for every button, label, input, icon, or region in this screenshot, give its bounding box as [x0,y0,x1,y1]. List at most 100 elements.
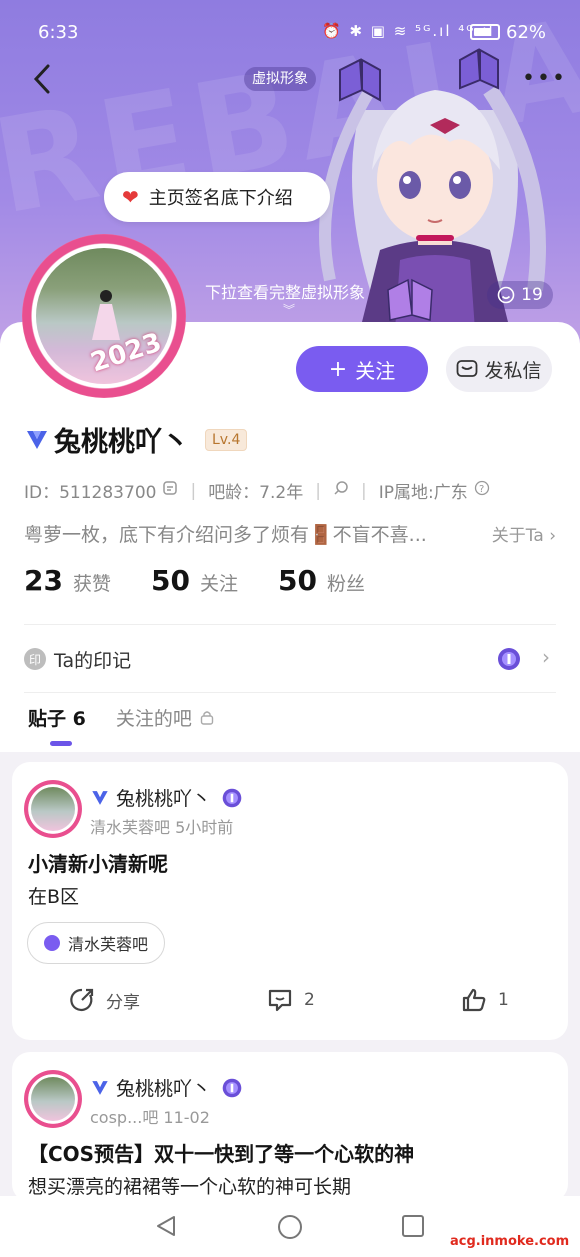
post-avatar[interactable] [24,780,82,838]
signature-text: 主页签名底下介绍 [148,188,293,209]
status-bar: 6:33 ⏰ ✱ ▣ ≋ ⁵ᴳ.ıl ⁴ᴳ.ıl 62% [0,0,580,60]
divider [24,692,556,693]
share-icon [70,988,94,1012]
comment-icon [268,989,292,1012]
marks-label: Ta的印记 [54,649,132,672]
profile-avatar[interactable]: 2023 [22,234,186,398]
stat-number: 50 [150,564,190,597]
verified-v-icon [92,1080,108,1095]
message-icon [457,360,478,377]
verified-v-icon [27,430,47,449]
forum-chip[interactable]: 清水芙蓉吧 [27,922,166,964]
search-icon[interactable] [333,480,349,501]
status-time: 6:33 [38,22,79,43]
about-link-label: 关于Ta [491,526,544,546]
site-watermark: acg.inmoke.com [450,1234,570,1249]
copy-icon[interactable] [162,480,178,501]
lock-icon [200,711,214,725]
forum-chip-label: 清水芙蓉吧 [68,935,149,954]
avatar-figure [92,290,120,340]
svg-text:?: ? [479,484,484,495]
tab-followed-bars-label: 关注的吧 [115,708,192,730]
more-options-icon[interactable]: ••• [522,68,565,90]
signature-bubble[interactable]: ❤ 主页签名底下介绍 [104,172,330,222]
stat-label: 获赞 [72,573,111,595]
separator: | [360,480,367,501]
battery-percent: 62% [506,22,547,43]
rank-badge-icon [222,788,242,807]
follow-button-label: 关注 [355,358,396,383]
stats-row: 23 获赞 50 关注 50 粉丝 [24,564,405,597]
user-id: ID：511283700 [24,483,157,503]
bio-row[interactable]: 粤萝一枚，底下有介绍问多了烦有🚪不盲不喜... 关于Ta › [24,520,556,547]
active-tab-indicator [50,741,72,746]
pull-down-hint: 下拉查看完整虚拟形象 [205,283,366,302]
planet-icon [44,935,60,951]
about-link[interactable]: 关于Ta › [492,521,556,546]
message-button[interactable]: 发私信 [446,346,552,392]
bio-text: 粤萝一枚，底下有介绍问多了烦有🚪不盲不喜... [24,524,427,546]
battery-icon [470,24,500,40]
status-icons: ⏰ ✱ ▣ ≋ ⁵ᴳ.ıl ⁴ᴳ.ıl [322,22,495,40]
post-author-row: 兔桃桃吖丶 [90,1074,243,1101]
username-row: 兔桃桃吖丶 Lv.4 [24,420,248,459]
divider [24,624,556,625]
stat-likes[interactable]: 23 获赞 [24,564,111,597]
post-meta: cosp...吧 11-02 [90,1108,210,1127]
verified-v-icon [92,790,108,805]
share-label: 分享 [106,992,140,1013]
nav-back-icon[interactable] [154,1214,178,1238]
stat-number: 50 [277,564,317,597]
plus-icon: + [328,356,348,382]
like-button[interactable]: 1 [460,986,509,1014]
help-icon[interactable]: ? [474,480,490,501]
marks-row[interactable]: 印 Ta的印记 › [24,644,556,674]
post-body: 想买漂亮的裙裙等一个心软的神可长期 [28,1176,352,1198]
post-title: 【COS预告】双十一快到了等一个心软的神 [28,1142,415,1166]
avatar-like-count: 19 [521,285,543,305]
stamp-icon: 印 [24,648,46,670]
chevron-right-icon: › [542,645,550,669]
username: 兔桃桃吖丶 [54,427,189,458]
virtual-avatar-tag[interactable]: 虚拟形象 [244,67,316,91]
post-author[interactable]: 兔桃桃吖丶 [116,784,211,811]
follow-button[interactable]: + 关注 [296,346,428,392]
thumbs-up-icon [462,988,486,1012]
comment-button[interactable]: 2 [266,986,315,1014]
back-icon[interactable] [30,62,56,96]
comment-count: 2 [304,990,315,1010]
bar-age: 吧龄：7.2年 [208,483,304,503]
level-badge[interactable]: Lv.4 [205,428,248,451]
post-meta: 清水芙蓉吧 5小时前 [90,818,234,837]
tab-posts[interactable]: 贴子 6 [28,704,86,731]
nav-home-icon[interactable] [277,1214,303,1240]
post-author-row: 兔桃桃吖丶 [90,784,243,811]
post-actions: 分享 2 1 [12,986,568,1026]
separator: | [190,480,197,501]
double-chevron-down-icon: ︾ [283,303,296,317]
avatar-like-button[interactable]: 19 [487,281,553,309]
post-card[interactable]: 兔桃桃吖丶 清水芙蓉吧 5小时前 小清新小清新呢 在B区 清水芙蓉吧 分享 2 … [12,762,568,1040]
heart-icon: ❤ [122,185,139,209]
post-author[interactable]: 兔桃桃吖丶 [116,1074,211,1101]
profile-tabs: 贴子 6 关注的吧 [28,704,244,731]
stat-following[interactable]: 50 关注 [151,564,238,597]
nav-recents-icon[interactable] [401,1214,425,1238]
post-card[interactable]: 兔桃桃吖丶 cosp...吧 11-02 【COS预告】双十一快到了等一个心软的… [12,1052,568,1202]
meta-row: ID：511283700 | 吧龄：7.2年 | | IP属地:广东 ? [24,478,490,503]
like-count: 1 [498,990,509,1010]
share-button[interactable]: 分享 [68,986,140,1014]
separator: | [315,480,321,501]
ip-location: IP属地:广东 [378,483,468,503]
stat-label: 粉丝 [326,573,365,595]
stat-followers[interactable]: 50 粉丝 [278,564,365,597]
rank-badge-icon [498,648,520,670]
post-title: 小清新小清新呢 [28,852,168,876]
stat-number: 23 [24,564,63,597]
message-button-label: 发私信 [484,359,542,382]
tab-followed-bars[interactable]: 关注的吧 [116,704,214,731]
post-avatar[interactable] [24,1070,82,1128]
rank-badge-icon [222,1078,242,1097]
post-body: 在B区 [28,886,80,908]
stat-label: 关注 [199,573,238,595]
